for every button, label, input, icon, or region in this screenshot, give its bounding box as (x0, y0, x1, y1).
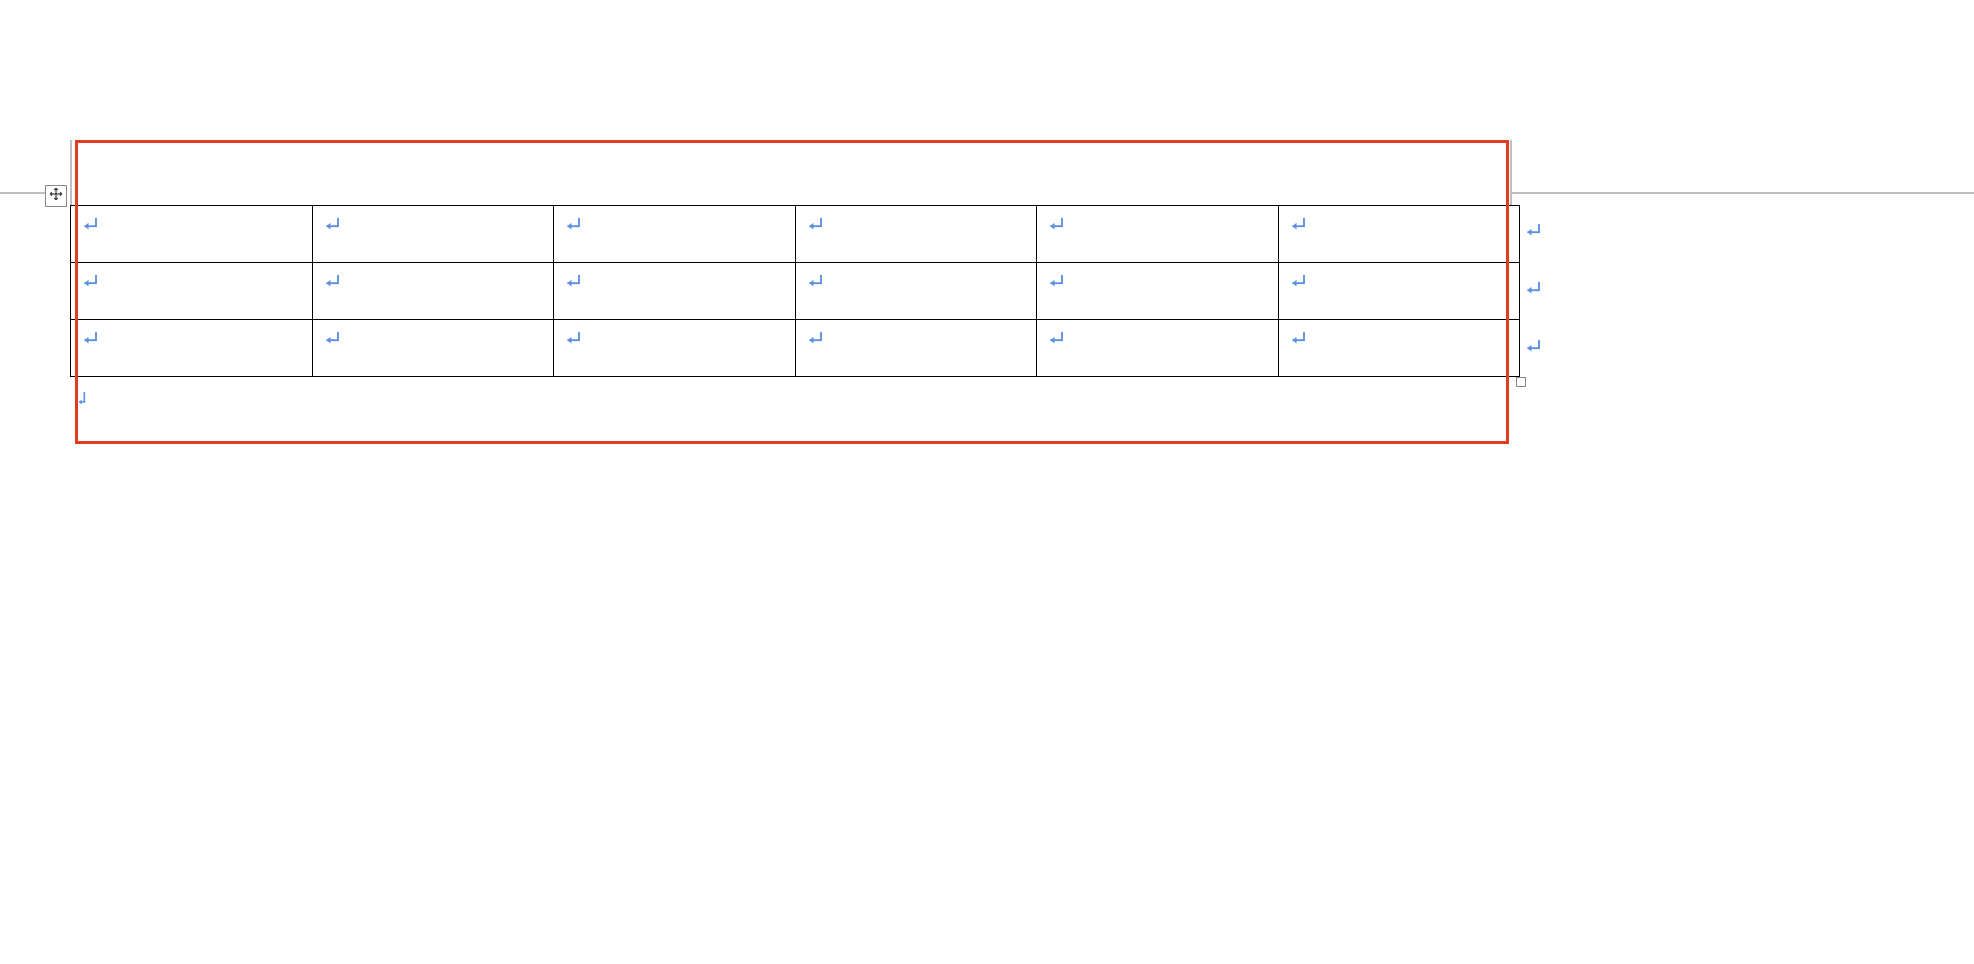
end-of-row-mark-icon (1524, 334, 1544, 356)
table-row[interactable] (71, 263, 1520, 320)
table-cell[interactable] (1278, 263, 1520, 320)
table-cell[interactable] (1278, 320, 1520, 377)
document-table[interactable] (70, 205, 1520, 377)
paragraph-mark-icon (1289, 269, 1309, 291)
end-of-row-mark-icon (1524, 218, 1544, 240)
table-cell[interactable] (1037, 263, 1279, 320)
table-cell[interactable] (312, 263, 554, 320)
table-cell[interactable] (795, 206, 1037, 263)
paragraph-mark-icon (323, 269, 343, 291)
table-cell[interactable] (71, 206, 313, 263)
table-row[interactable] (71, 320, 1520, 377)
table-cell[interactable] (1037, 206, 1279, 263)
table-cell[interactable] (71, 263, 313, 320)
paragraph-mark-icon (564, 326, 584, 348)
paragraph-mark-icon (806, 326, 826, 348)
paragraph-mark-icon (1047, 212, 1067, 234)
table-cell[interactable] (1278, 206, 1520, 263)
table-cell[interactable] (554, 206, 796, 263)
table-cell[interactable] (554, 263, 796, 320)
table-cell[interactable] (795, 320, 1037, 377)
table-cell[interactable] (1037, 320, 1279, 377)
paragraph-mark-icon (564, 212, 584, 234)
paragraph-mark-icon (1047, 269, 1067, 291)
table-cell[interactable] (795, 263, 1037, 320)
paragraph-mark-icon (81, 269, 101, 291)
paragraph-mark-icon (806, 269, 826, 291)
paragraph-mark-icon (81, 212, 101, 234)
paragraph-mark-icon (806, 212, 826, 234)
paragraph-mark-icon (1289, 212, 1309, 234)
table-cell[interactable] (554, 320, 796, 377)
table-move-handle[interactable] (45, 185, 67, 207)
table-cell[interactable] (71, 320, 313, 377)
move-arrows-icon (49, 187, 63, 206)
paragraph-mark-icon (564, 269, 584, 291)
paragraph-mark-icon (81, 326, 101, 348)
table-cell[interactable] (312, 206, 554, 263)
paragraph-mark-icon (73, 388, 93, 410)
paragraph-mark-icon (1047, 326, 1067, 348)
page-margin-tick-right (1510, 140, 1512, 205)
paragraph-mark-icon (323, 212, 343, 234)
table-resize-handle[interactable] (1516, 377, 1526, 387)
table-row[interactable] (71, 206, 1520, 263)
table-cell[interactable] (312, 320, 554, 377)
paragraph-mark-icon (323, 326, 343, 348)
end-of-row-mark-icon (1524, 276, 1544, 298)
page-margin-guide-right (1512, 192, 1974, 194)
paragraph-mark-icon (1289, 326, 1309, 348)
page-margin-tick-left (70, 140, 72, 205)
document-table-container (70, 205, 1520, 377)
